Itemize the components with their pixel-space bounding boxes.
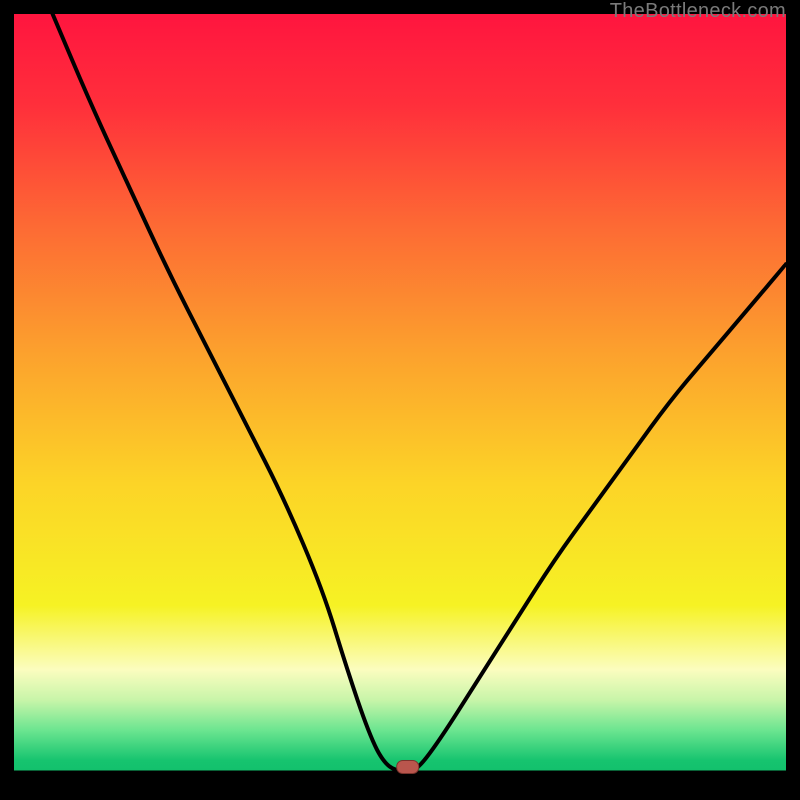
plot-svg — [14, 14, 786, 786]
plot-frame — [14, 14, 786, 786]
attribution-text: TheBottleneck.com — [610, 0, 786, 23]
optimal-marker — [397, 761, 419, 774]
gradient-background — [14, 14, 786, 772]
